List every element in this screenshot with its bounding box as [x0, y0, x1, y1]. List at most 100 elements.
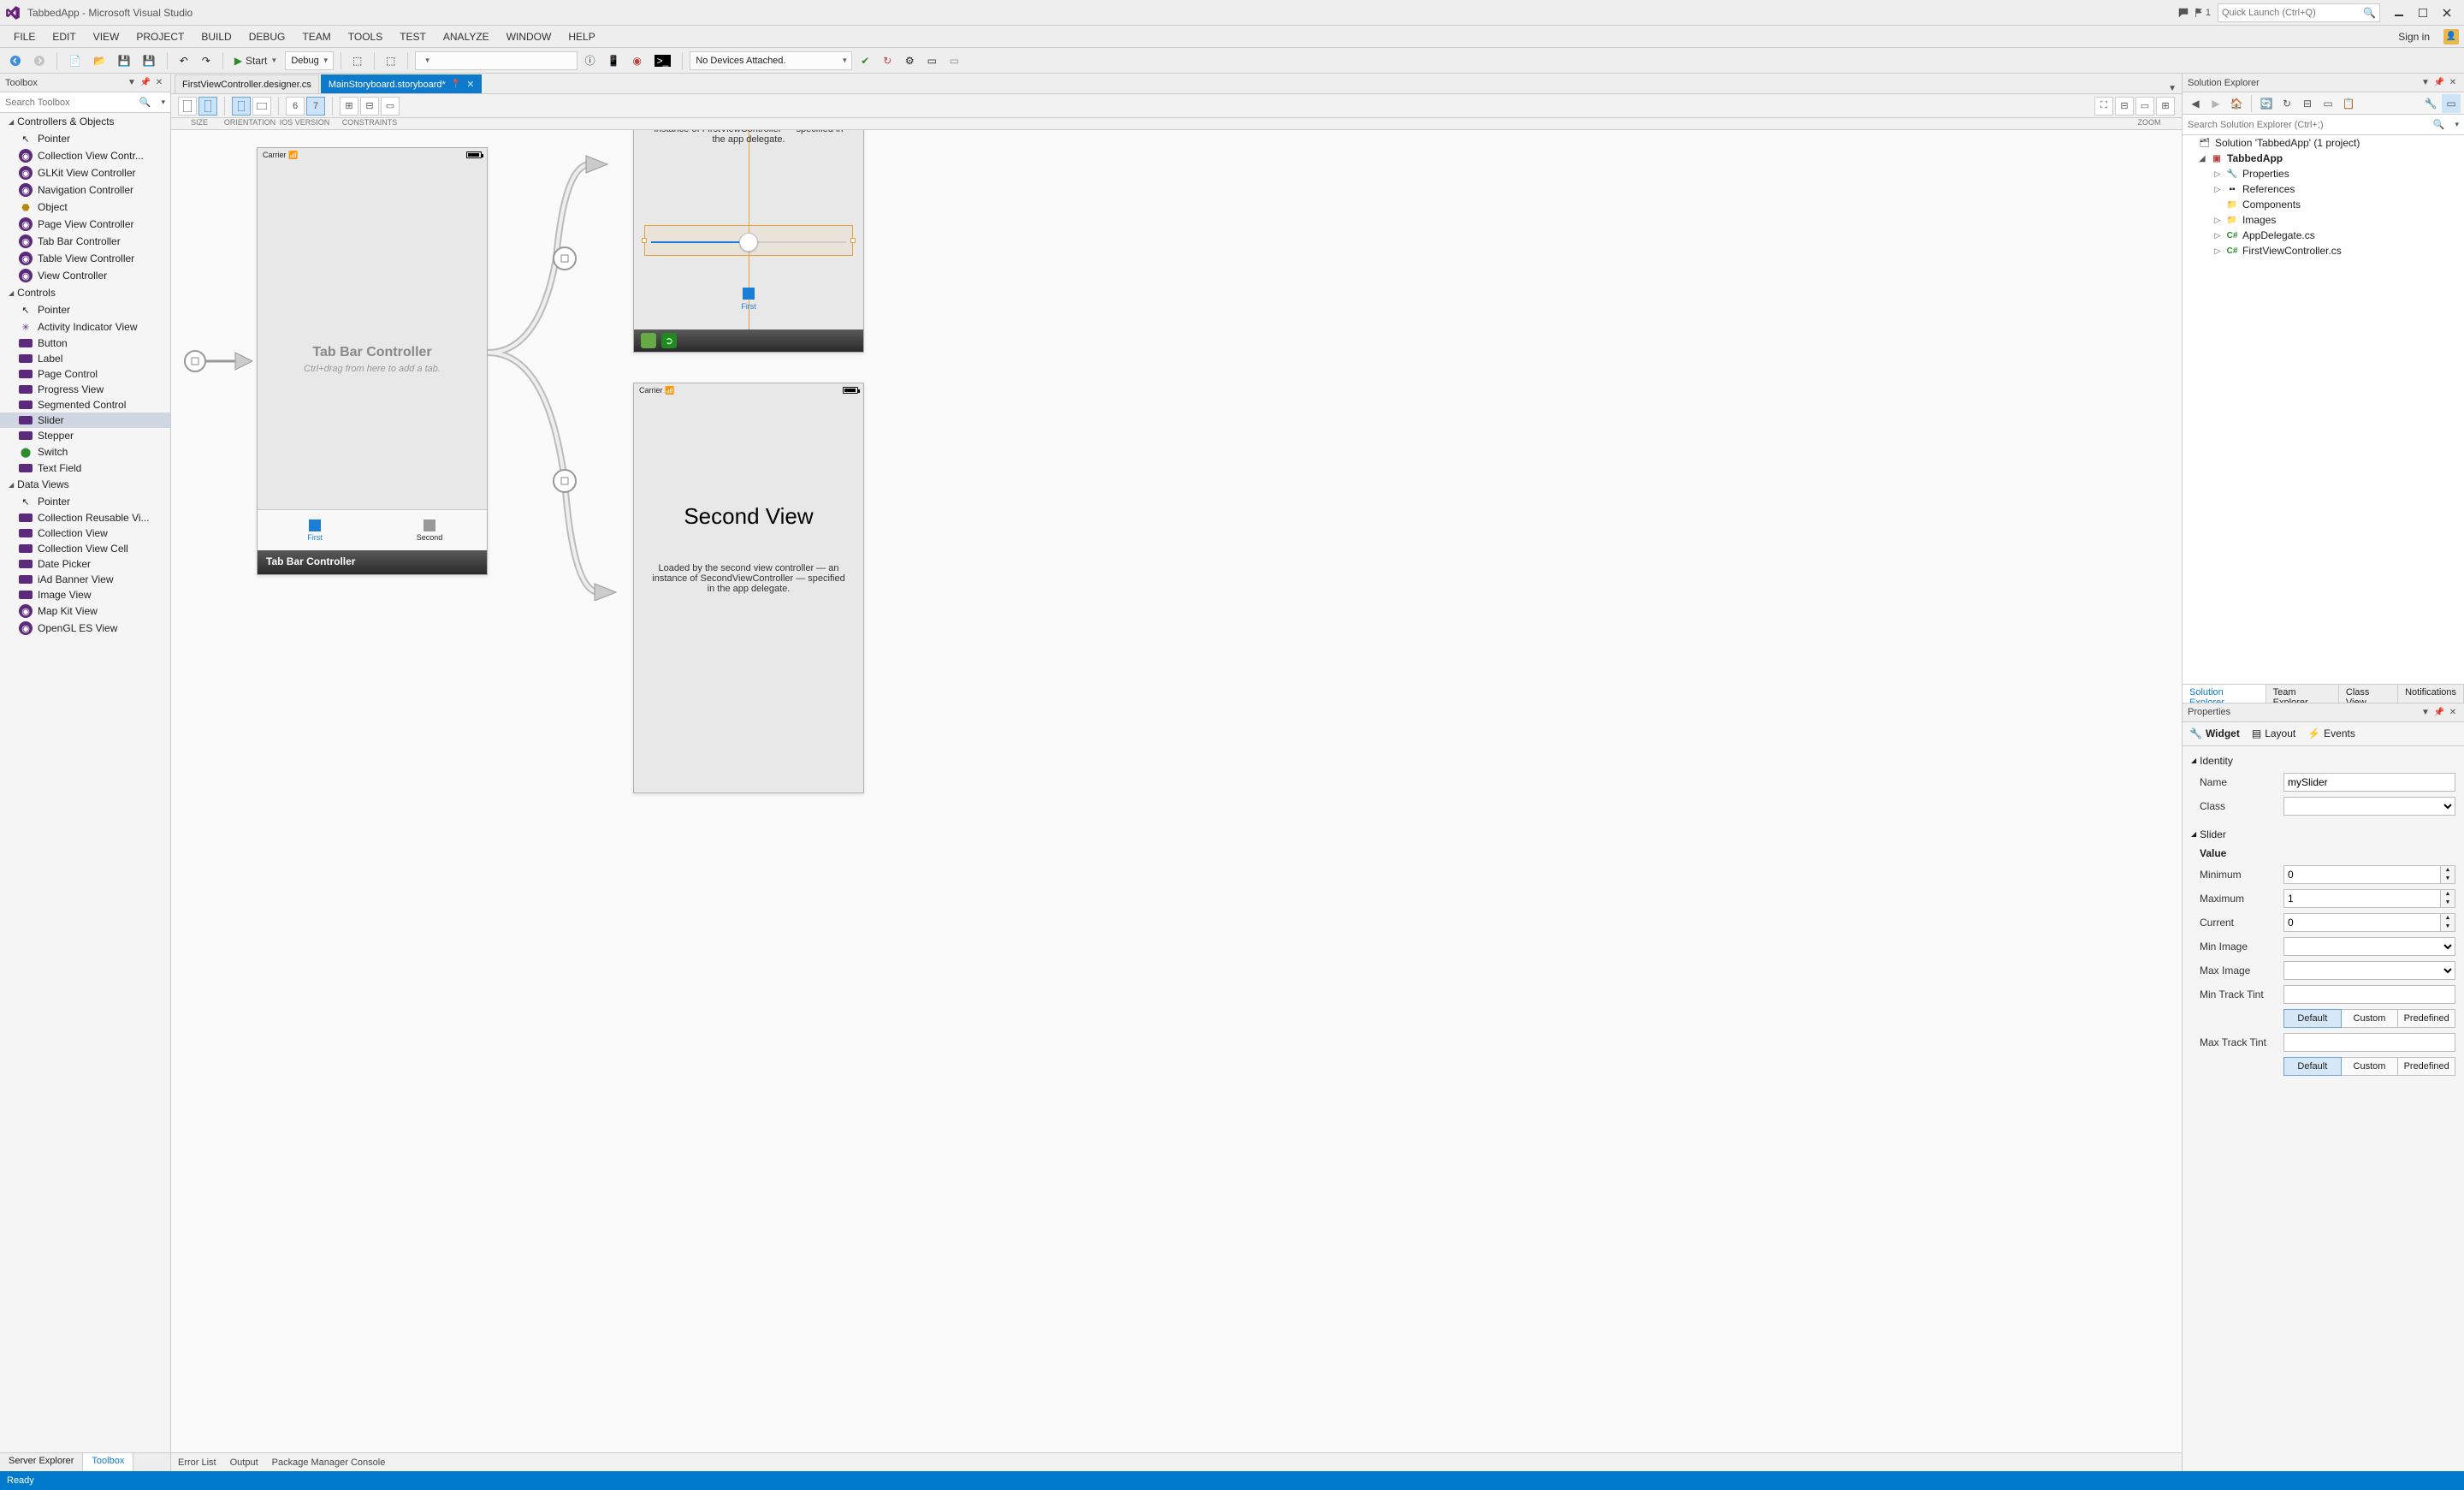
ios-version-7[interactable]: 7 — [306, 97, 325, 116]
collapse-icon[interactable]: ⊟ — [2298, 94, 2317, 113]
properties-node[interactable]: ▷🔧Properties — [2183, 166, 2464, 181]
wrench-icon[interactable]: 🔧 — [2421, 94, 2440, 113]
close-icon[interactable]: ✕ — [2447, 77, 2459, 89]
maximum-stepper[interactable]: ▲▼ — [2283, 889, 2455, 908]
toolbox-item[interactable]: Segmented Control — [0, 397, 170, 413]
toolbox-item[interactable]: Text Field — [0, 460, 170, 476]
toolbox-item[interactable]: ↖Pointer — [0, 130, 170, 147]
toolbox-search[interactable]: 🔍 ▾ — [0, 92, 170, 113]
terminal-icon[interactable]: >_ — [650, 51, 676, 70]
tab-solution-explorer[interactable]: Solution Explorer — [2183, 685, 2266, 703]
save-all-button[interactable]: 💾 — [139, 51, 160, 70]
btn-predefined[interactable]: Predefined — [2398, 1057, 2455, 1076]
tab-widget[interactable]: 🔧Widget — [2189, 724, 2240, 743]
solution-search-input[interactable] — [2183, 120, 2428, 130]
solution-search[interactable]: 🔍 ▾ — [2183, 115, 2464, 135]
clear-icon[interactable]: ▾ — [156, 98, 170, 107]
config-dropdown[interactable]: Debug▼ — [285, 51, 333, 70]
toolbox-item[interactable]: ↖Pointer — [0, 493, 170, 510]
slider-section[interactable]: ◢Slider — [2191, 825, 2455, 844]
btn-custom[interactable]: Custom — [2342, 1009, 2399, 1028]
zoom-in[interactable]: ⊞ — [2156, 97, 2175, 116]
doc-tab-firstviewcontroller[interactable]: FirstViewController.designer.cs — [175, 74, 319, 93]
pin-icon[interactable]: 📍 — [451, 80, 461, 89]
close-icon[interactable]: ✕ — [2447, 706, 2459, 718]
tab-class-view[interactable]: Class View — [2339, 685, 2398, 703]
doc-tab-mainstoryboard[interactable]: MainStoryboard.storyboard* 📍 ✕ — [321, 74, 483, 93]
tab-layout[interactable]: ▤Layout — [2252, 724, 2295, 743]
quick-launch-input[interactable] — [2218, 8, 2360, 18]
tab-pmc[interactable]: Package Manager Console — [272, 1457, 386, 1468]
menu-window[interactable]: WINDOW — [498, 27, 560, 46]
toolbox-group[interactable]: ◢Data Views — [0, 476, 170, 493]
preview-icon[interactable]: ▭ — [2442, 94, 2461, 113]
ios-version-6[interactable]: 6 — [286, 97, 305, 116]
toolbox-item[interactable]: iAd Banner View — [0, 572, 170, 587]
btn-default[interactable]: Default — [2283, 1009, 2342, 1028]
solution-node[interactable]: 🗂Solution 'TabbedApp' (1 project) — [2183, 135, 2464, 151]
toolbox-item[interactable]: ◉Page View Controller — [0, 216, 170, 233]
quick-launch[interactable]: 🔍 — [2218, 3, 2380, 22]
toolbox-item[interactable]: ◉View Controller — [0, 267, 170, 284]
menu-project[interactable]: PROJECT — [127, 27, 192, 46]
first-view-scene[interactable]: Loaded by the first view controller — an… — [633, 130, 864, 353]
zoom-out[interactable]: ⊟ — [2115, 97, 2134, 116]
dock-icon-2[interactable]: ➲ — [661, 333, 677, 348]
menu-edit[interactable]: EDIT — [44, 27, 84, 46]
orientation-portrait[interactable] — [232, 97, 251, 116]
tab-toolbox[interactable]: Toolbox — [83, 1453, 133, 1471]
toolbox-item[interactable]: ⬣Object — [0, 199, 170, 216]
pin-icon[interactable]: 📌 — [139, 77, 151, 89]
toolbox-item[interactable]: Collection View Cell — [0, 541, 170, 556]
btn-predefined[interactable]: Predefined — [2398, 1009, 2455, 1028]
maximize-button[interactable] — [2411, 3, 2435, 22]
references-node[interactable]: ▷▪▪References — [2183, 181, 2464, 197]
step-down-icon[interactable]: ▼ — [2441, 875, 2455, 883]
layout-icon-1[interactable]: ▭ — [922, 51, 941, 70]
panel-dropdown-icon[interactable]: ▼ — [126, 77, 138, 89]
panel-dropdown-icon[interactable]: ▼ — [2420, 706, 2431, 718]
info-icon[interactable]: ⓘ — [581, 51, 600, 70]
zoom-fit[interactable]: ⛶ — [2094, 97, 2113, 116]
feedback-icon[interactable] — [2173, 3, 2194, 23]
toolbox-item[interactable]: Label — [0, 351, 170, 366]
status-ok-icon[interactable]: ✔ — [856, 51, 874, 70]
menu-file[interactable]: FILE — [5, 27, 44, 46]
refresh-icon[interactable]: ↻ — [878, 51, 897, 70]
images-node[interactable]: ▷📁Images — [2183, 212, 2464, 228]
settings-icon[interactable]: ⚙ — [900, 51, 919, 70]
project-node[interactable]: ◢▣TabbedApp — [2183, 151, 2464, 166]
step-up-icon[interactable]: ▲ — [2441, 866, 2455, 875]
start-button[interactable]: ▶ Start ▼ — [230, 51, 282, 70]
show-all-icon[interactable]: ▭ — [2319, 94, 2337, 113]
tab-first[interactable]: First — [258, 510, 372, 550]
components-node[interactable]: 📁Components — [2183, 197, 2464, 212]
tab-team-explorer[interactable]: Team Explorer — [2266, 685, 2339, 703]
tab-notifications[interactable]: Notifications — [2398, 685, 2464, 703]
menu-tools[interactable]: TOOLS — [340, 27, 391, 46]
btn-custom[interactable]: Custom — [2342, 1057, 2399, 1076]
refresh-icon[interactable]: ↻ — [2277, 94, 2296, 113]
name-input[interactable] — [2283, 773, 2455, 792]
toolbar-icon-2[interactable]: ⬚ — [382, 51, 400, 70]
nav-back-button[interactable] — [5, 51, 26, 70]
sign-in-link[interactable]: Sign in — [2390, 27, 2438, 46]
orientation-landscape[interactable] — [252, 97, 271, 116]
pin-icon[interactable]: 📌 — [2433, 706, 2445, 718]
platform-dropdown[interactable]: ▼ — [415, 51, 578, 70]
menu-build[interactable]: BUILD — [192, 27, 240, 46]
back-icon[interactable]: ◀ — [2186, 94, 2205, 113]
dock-icon-1[interactable] — [641, 333, 656, 348]
constraint-btn-2[interactable]: ⊟ — [360, 97, 379, 116]
size-btn-1[interactable] — [178, 97, 197, 116]
toolbox-item[interactable]: ◉OpenGL ES View — [0, 620, 170, 637]
step-down-icon[interactable]: ▼ — [2441, 899, 2455, 907]
toolbox-group[interactable]: ◢Controls — [0, 284, 170, 301]
pin-icon[interactable]: 📌 — [2433, 77, 2445, 89]
toolbox-item[interactable]: ◉Navigation Controller — [0, 181, 170, 199]
redo-button[interactable]: ↷ — [197, 51, 216, 70]
fwd-icon[interactable]: ▶ — [2206, 94, 2225, 113]
max-track-input[interactable] — [2283, 1033, 2455, 1052]
nav-fwd-button[interactable] — [29, 51, 50, 70]
toolbox-item[interactable]: Date Picker — [0, 556, 170, 572]
